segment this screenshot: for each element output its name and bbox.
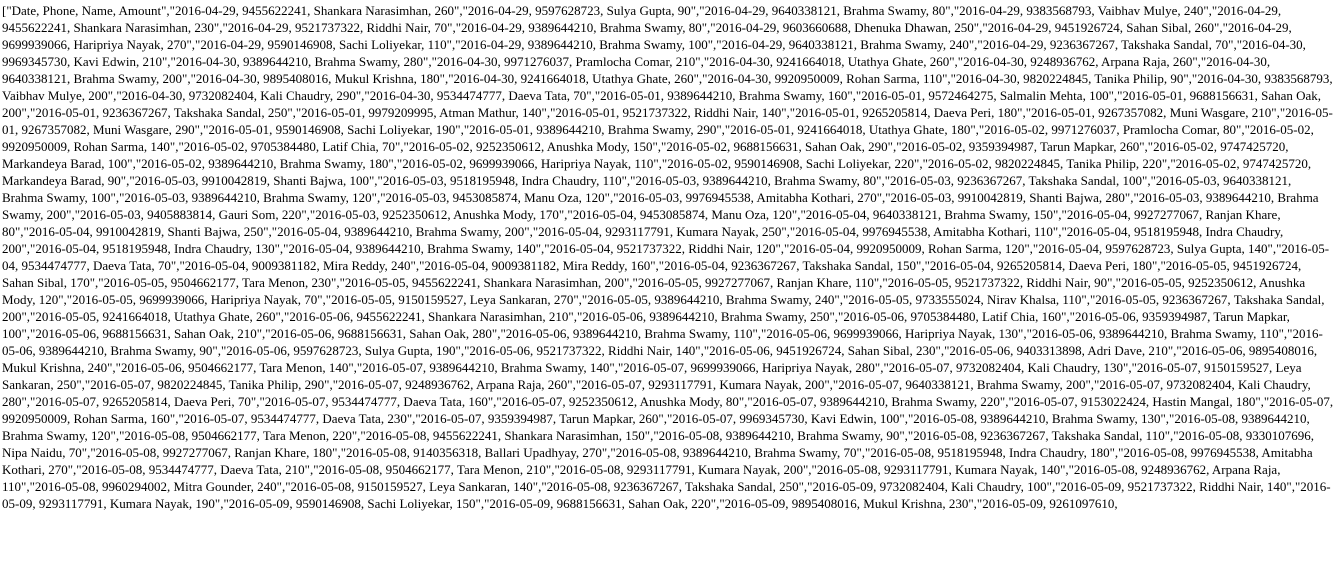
- raw-json-text: ["Date, Phone, Name, Amount","2016-04-29…: [2, 3, 1334, 511]
